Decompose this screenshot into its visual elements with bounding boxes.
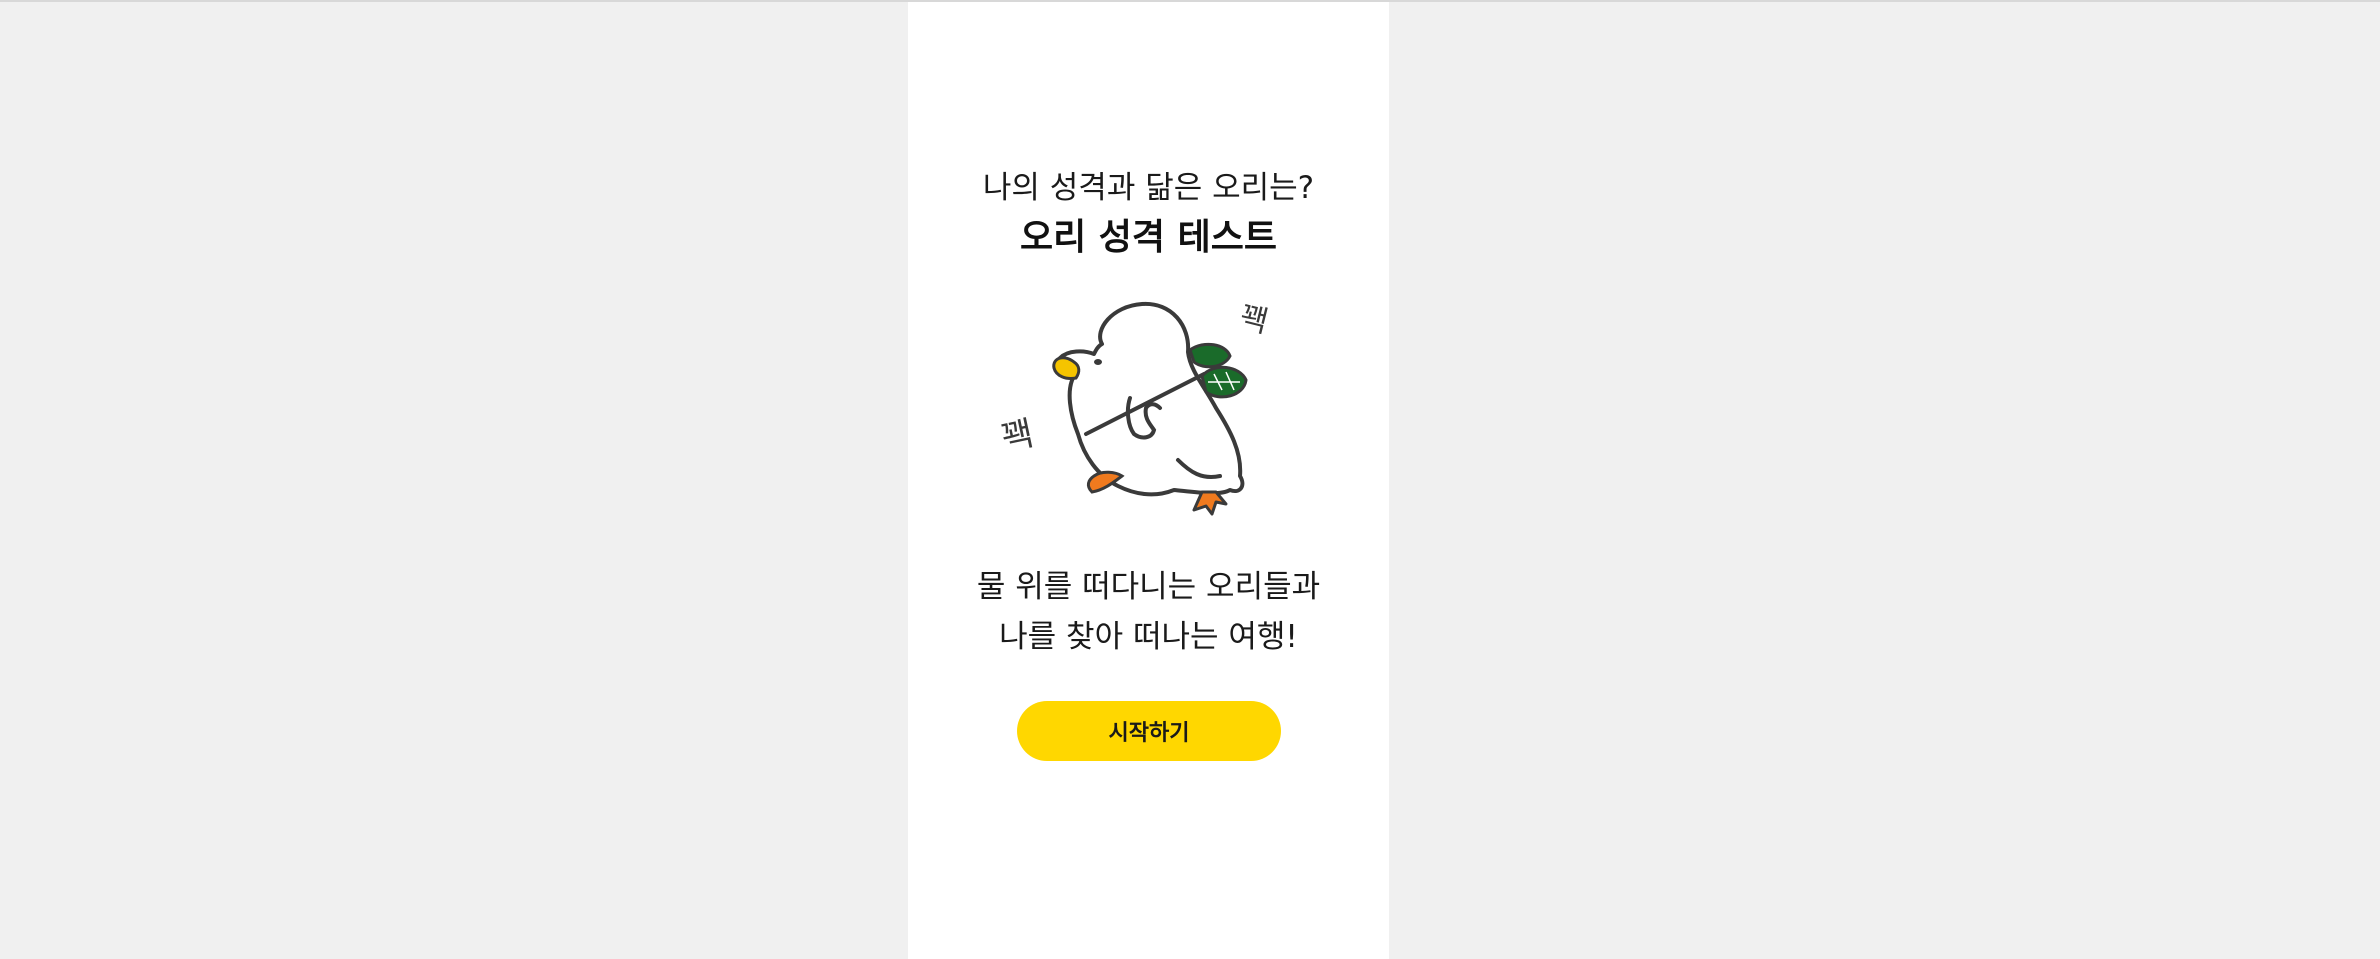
intro-card: 나의 성격과 닮은 오리는? 오리 성격 테스트 꽥 꽥 물 위를 떠다니는 오… xyxy=(908,2,1389,959)
description-line-1: 물 위를 떠다니는 오리들과 xyxy=(976,569,1321,605)
sound-text-right: 꽥 xyxy=(1236,300,1271,341)
duck-foot-right xyxy=(1192,490,1228,516)
start-button[interactable]: 시작하기 xyxy=(1017,701,1281,761)
description-line-2: 나를 찾아 떠나는 여행! xyxy=(999,619,1298,655)
sound-text-left: 꽥 xyxy=(998,414,1037,460)
duck-body xyxy=(1054,301,1245,497)
leaf-top xyxy=(1188,342,1232,369)
intro-description: 물 위를 떠다니는 오리들과 나를 찾아 떠나는 여행! xyxy=(908,562,1389,662)
duck-illustration: 꽥 꽥 xyxy=(998,300,1271,516)
page-title: 오리 성격 테스트 xyxy=(1020,217,1277,258)
duck-eye xyxy=(1094,359,1102,365)
intro-subtitle: 나의 성격과 닮은 오리는? xyxy=(982,170,1315,206)
